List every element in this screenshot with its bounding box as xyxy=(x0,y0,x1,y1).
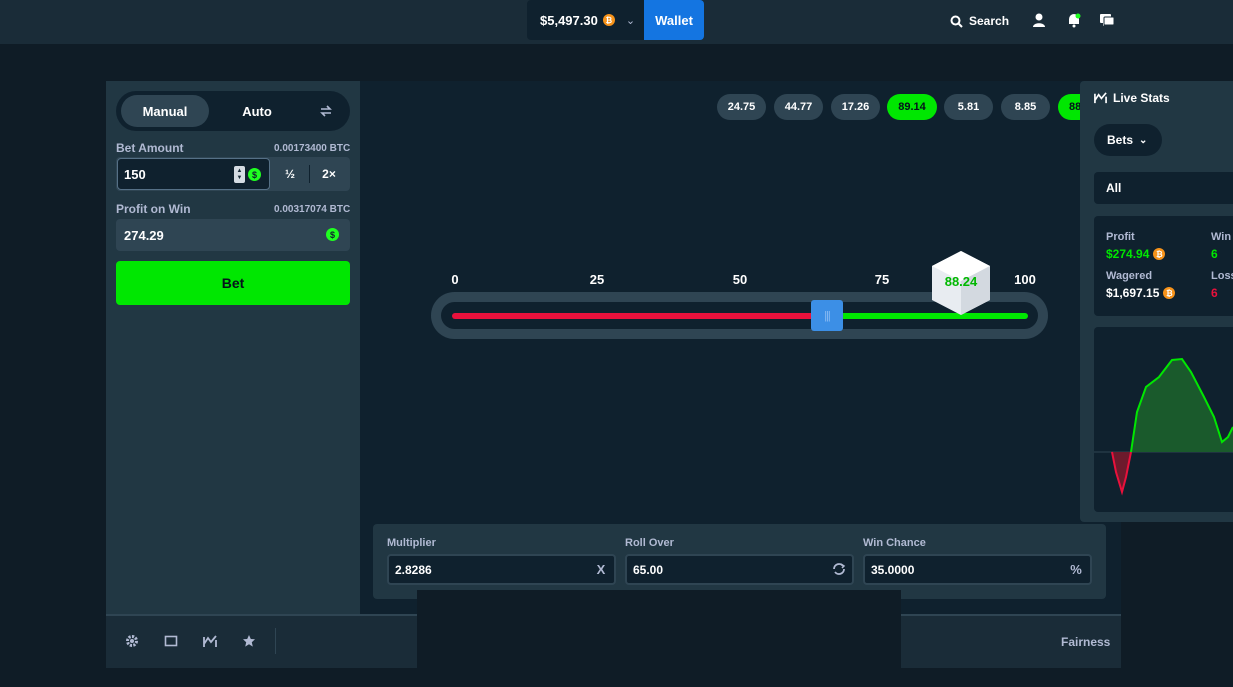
wins-stat-label: Win xyxy=(1211,231,1232,243)
win-chance-input[interactable]: 35.0000 xyxy=(863,554,1092,585)
slider-tick: 25 xyxy=(589,272,605,287)
swap-icon[interactable] xyxy=(318,103,334,119)
usd-icon: $ xyxy=(326,228,339,241)
bitcoin-icon: ₿ xyxy=(1163,287,1176,299)
live-stats-icon xyxy=(1094,92,1107,104)
multiplier-x-icon: X xyxy=(596,561,606,577)
balance-selector[interactable]: $5,497.30 ₿ ⌄ xyxy=(527,0,644,40)
wagered-stat: $1,697.15 ₿ xyxy=(1106,286,1176,300)
losses-stat-label: Loss xyxy=(1211,270,1233,282)
slider-tick: 50 xyxy=(732,272,748,287)
slider-tick: 100 xyxy=(1014,272,1036,287)
bets-dropdown[interactable]: Bets ⌄ xyxy=(1094,124,1162,156)
bet-button[interactable]: Bet xyxy=(116,261,350,305)
wallet-button[interactable]: Wallet xyxy=(644,0,704,40)
search-button[interactable]: Search xyxy=(950,12,1009,30)
multiplier-value: 2.8286 xyxy=(395,562,432,577)
chevron-down-icon: ⌄ xyxy=(1139,134,1148,146)
bet-amount-btc: 0.00173400 BTC xyxy=(274,143,351,154)
profit-stat: $274.94 ₿ xyxy=(1106,247,1166,261)
roll-result: 88.24 xyxy=(944,274,978,289)
profit-label: Profit on Win xyxy=(116,202,191,216)
wagered-stat-label: Wagered xyxy=(1106,270,1153,282)
profit-value: 274.29 xyxy=(124,227,164,243)
profit-chart xyxy=(1094,327,1233,512)
filter-label: All xyxy=(1106,181,1122,195)
balance-amount: $5,497.30 xyxy=(540,12,598,28)
refresh-icon[interactable] xyxy=(832,561,846,577)
wins-stat-value: 6 xyxy=(1211,247,1218,261)
result-pill: 5.81 xyxy=(944,94,993,120)
losses-stat-value: 6 xyxy=(1211,286,1218,300)
live-stats-title: Live Stats xyxy=(1113,91,1170,105)
chevron-down-icon: ⌄ xyxy=(625,14,636,27)
search-icon xyxy=(950,15,963,28)
search-label: Search xyxy=(969,14,1010,28)
result-pill: 24.75 xyxy=(717,94,766,120)
profit-btc: 0.00317074 BTC xyxy=(274,204,351,215)
result-pill-win: 89.14 xyxy=(887,94,937,120)
profit-chart-graphic xyxy=(1094,357,1233,496)
result-pill: 8.85 xyxy=(1001,94,1050,120)
theatre-mode-icon[interactable] xyxy=(164,634,178,648)
tab-manual[interactable]: Manual xyxy=(121,95,209,127)
result-pill: 44.77 xyxy=(774,94,823,120)
profit-stat-label: Profit xyxy=(1106,231,1135,243)
percent-icon: % xyxy=(1070,561,1082,577)
slider-win-range xyxy=(827,313,1028,319)
favorite-star-icon[interactable] xyxy=(242,634,256,648)
slider-lose-range xyxy=(452,313,827,319)
multiplier-label: Multiplier xyxy=(387,537,436,549)
user-icon[interactable] xyxy=(1031,12,1047,28)
slider-tick: 75 xyxy=(874,272,890,287)
divider xyxy=(275,628,276,654)
profit-field: 274.29 xyxy=(116,219,350,251)
wagered-stat-value: $1,697.15 xyxy=(1106,286,1160,300)
result-pill: 17.26 xyxy=(831,94,880,120)
tab-auto[interactable]: Auto xyxy=(213,95,301,127)
video-overlay-block xyxy=(417,590,901,687)
slider-handle[interactable]: ||| xyxy=(811,300,843,331)
bitcoin-icon: ₿ xyxy=(1153,248,1166,260)
chat-icon[interactable] xyxy=(1099,12,1115,28)
double-bet-button[interactable]: 2× xyxy=(310,158,348,190)
bet-amount-stepper[interactable]: ▲ ▼ xyxy=(234,166,245,183)
roll-over-label: Roll Over xyxy=(625,537,674,549)
profit-stat-value: $274.94 xyxy=(1106,247,1150,261)
slider-tick: 0 xyxy=(451,272,459,287)
win-chance-value: 35.0000 xyxy=(871,562,915,577)
win-chance-label: Win Chance xyxy=(863,537,926,549)
bet-amount-label: Bet Amount xyxy=(116,141,184,155)
half-bet-button[interactable]: ½ xyxy=(271,158,309,190)
multiplier-input[interactable]: 2.8286 xyxy=(387,554,616,585)
result-pill-win: 88 xyxy=(1058,94,1080,120)
roll-over-input[interactable]: 65.00 xyxy=(625,554,854,585)
bitcoin-icon: ₿ xyxy=(602,14,615,26)
filter-dropdown[interactable]: All xyxy=(1094,172,1233,204)
usd-icon: $ xyxy=(248,168,261,181)
notifications-icon[interactable] xyxy=(1066,12,1082,28)
stats-chart-icon[interactable] xyxy=(203,634,217,648)
bets-dropdown-label: Bets xyxy=(1107,133,1134,147)
fairness-link[interactable]: Fairness xyxy=(1061,635,1110,649)
settings-gear-icon[interactable] xyxy=(125,634,139,648)
roll-over-value: 65.00 xyxy=(633,562,664,577)
